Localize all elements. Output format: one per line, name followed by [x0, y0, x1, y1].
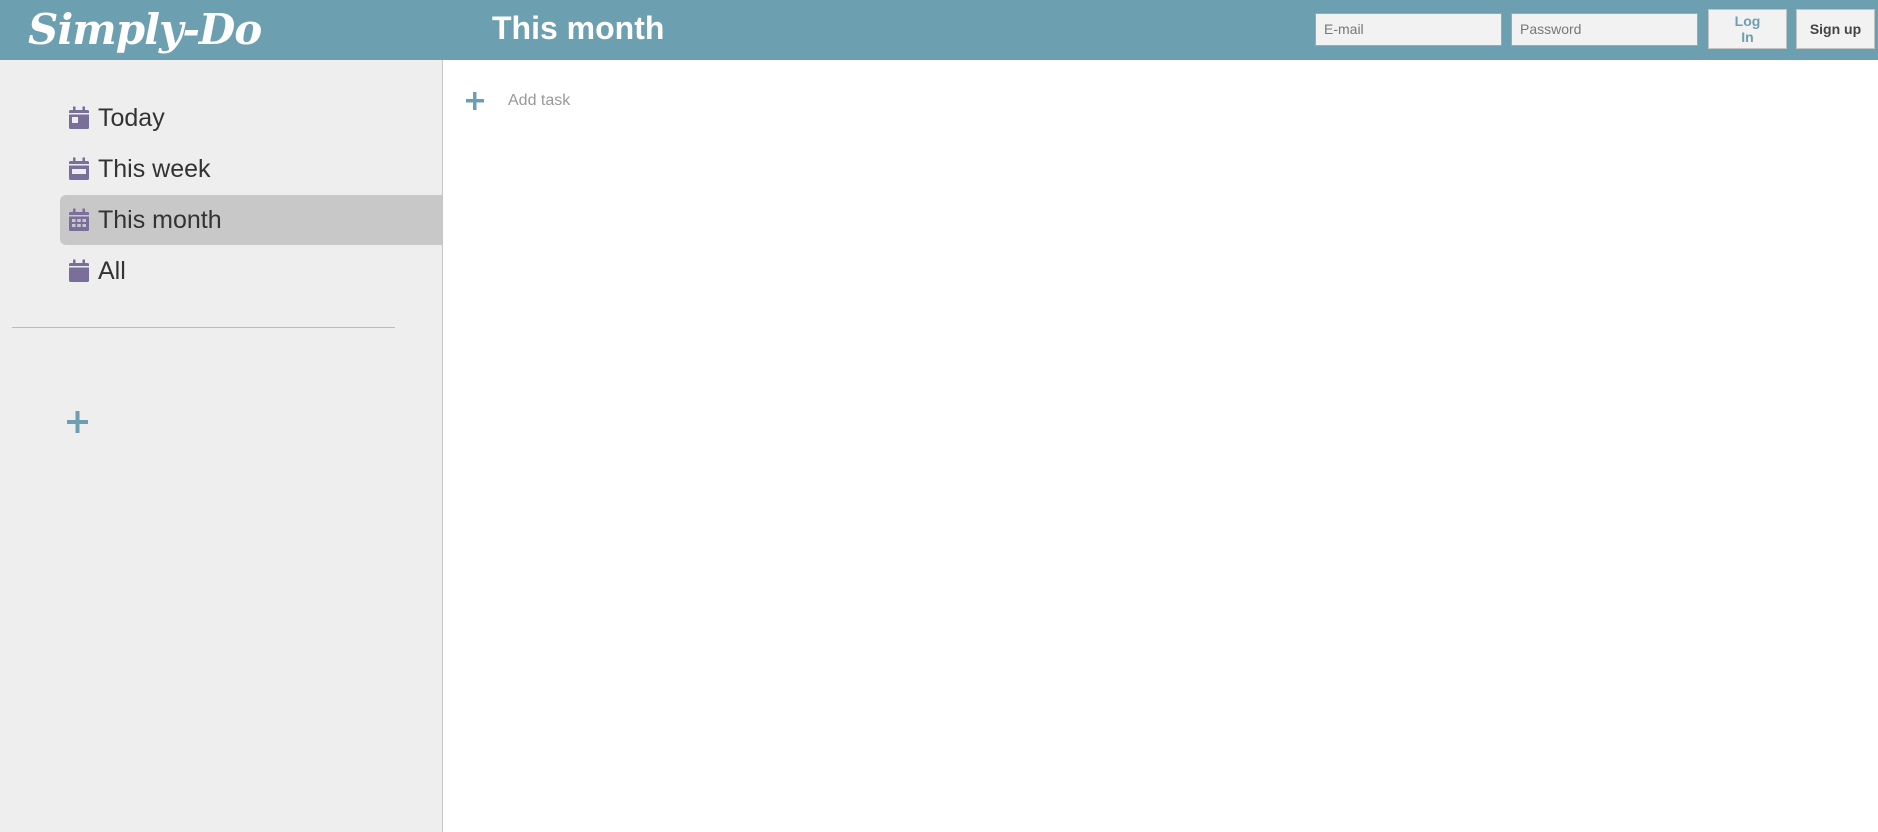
add-task-label: Add task — [508, 92, 571, 109]
sidebar-item-label: This week — [98, 155, 211, 183]
plus-icon — [466, 92, 484, 110]
sidebar-item-label: This month — [98, 206, 222, 234]
password-field[interactable] — [1511, 12, 1698, 46]
login-form: Log In Sign up — [1315, 9, 1875, 49]
top-bar: Simply-Do This month Log In Sign up — [0, 0, 1878, 60]
sidebar-item-label: All — [98, 257, 126, 285]
sidebar-item-this-month[interactable]: This month — [60, 195, 443, 245]
add-task-button[interactable]: Add task — [464, 90, 570, 112]
calendar-week-icon — [68, 157, 90, 181]
calendar-day-icon — [68, 106, 90, 130]
task-area: Add task — [444, 60, 1878, 832]
sidebar-item-all[interactable]: All — [60, 246, 443, 296]
sidebar-item-label: Today — [98, 104, 165, 132]
login-button[interactable]: Log In — [1708, 9, 1787, 49]
sidebar-item-today[interactable]: Today — [60, 93, 443, 143]
sidebar-divider — [12, 327, 395, 328]
calendar-month-icon — [68, 208, 90, 232]
page-title: This month — [492, 10, 665, 46]
add-list-button[interactable] — [64, 408, 92, 436]
sidebar-item-this-week[interactable]: This week — [60, 144, 443, 194]
signup-button[interactable]: Sign up — [1796, 9, 1875, 49]
calendar-icon — [68, 259, 90, 283]
plus-icon — [67, 411, 88, 433]
sidebar: Today This week This month All — [0, 60, 443, 832]
email-field[interactable] — [1315, 12, 1502, 46]
app-logo[interactable]: Simply-Do — [28, 2, 262, 58]
